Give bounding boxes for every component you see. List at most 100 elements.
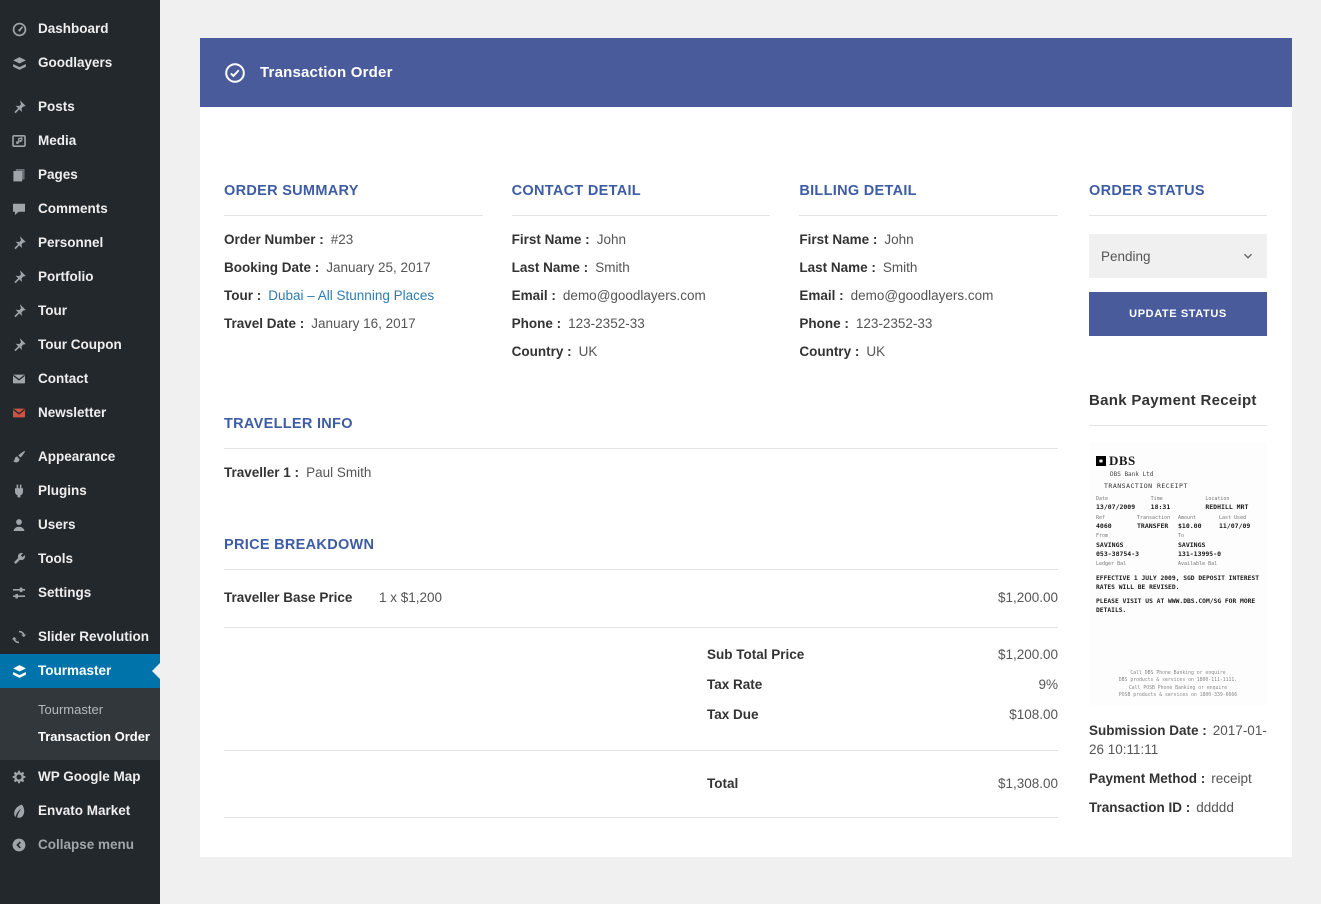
sidebar-item-slider-revolution[interactable]: Slider Revolution	[0, 620, 160, 654]
order-summary-section: ORDER SUMMARY Order Number :#23 Booking …	[224, 183, 483, 366]
order-status-column: ORDER STATUS Pending UPDATE STATUS Bank …	[1089, 183, 1267, 827]
envelope-icon	[10, 370, 28, 388]
sidebar-item-dashboard[interactable]: Dashboard	[0, 12, 160, 46]
first-name-row: First Name :John	[512, 226, 771, 254]
transaction-id-row: Transaction ID :ddddd	[1089, 798, 1267, 817]
sidebar-item-newsletter[interactable]: Newsletter	[0, 396, 160, 430]
section-heading: TRAVELLER INFO	[224, 416, 1058, 432]
transaction-order-panel: Transaction Order ORDER SUMMARY Order Nu…	[200, 38, 1292, 857]
sidebar-item-posts[interactable]: Posts	[0, 90, 160, 124]
country-row: Country :UK	[799, 338, 1058, 366]
order-number-row: Order Number :#23	[224, 226, 483, 254]
price-breakdown-section: PRICE BREAKDOWN Traveller Base Price 1 x…	[224, 537, 1058, 818]
tourmaster-layers-icon	[10, 662, 28, 680]
comment-icon	[10, 200, 28, 218]
bank-payment-receipt-section: Bank Payment Receipt ✱ DBS DBS Bank Ltd …	[1089, 392, 1267, 817]
sidebar-item-media[interactable]: Media	[0, 124, 160, 158]
section-heading: PRICE BREAKDOWN	[224, 537, 1058, 553]
submenu-item-tourmaster[interactable]: Tourmaster	[0, 696, 160, 723]
order-details-column: ORDER SUMMARY Order Number :#23 Booking …	[224, 183, 1058, 818]
sidebar-item-plugins[interactable]: Plugins	[0, 474, 160, 508]
total-row: Total$1,308.00	[707, 769, 1058, 799]
bank-receipt-heading: Bank Payment Receipt	[1089, 392, 1267, 409]
layers-icon	[10, 54, 28, 72]
sidebar-item-tour-coupon[interactable]: Tour Coupon	[0, 328, 160, 362]
receipt-footer: Call DBS Phone Banking or enquire DBS pr…	[1096, 670, 1260, 699]
update-status-button[interactable]: UPDATE STATUS	[1089, 292, 1267, 336]
pushpin-icon	[10, 268, 28, 286]
chevron-down-icon	[1241, 249, 1255, 263]
collapse-arrow-icon	[10, 836, 28, 854]
last-name-row: Last Name :Smith	[512, 254, 771, 282]
main-content: Transaction Order ORDER SUMMARY Order Nu…	[160, 0, 1321, 857]
tax-rate-row: Tax Rate9%	[707, 670, 1058, 700]
dashboard-icon	[10, 20, 28, 38]
sidebar-item-appearance[interactable]: Appearance	[0, 440, 160, 474]
panel-header: Transaction Order	[200, 38, 1292, 107]
sidebar-item-wp-google-map[interactable]: WP Google Map	[0, 760, 160, 794]
sidebar-item-tourmaster[interactable]: Tourmaster	[0, 654, 160, 688]
dbs-logo: ✱ DBS	[1096, 452, 1260, 471]
section-heading: BILLING DETAIL	[799, 183, 1058, 199]
newsletter-envelope-icon	[10, 404, 28, 422]
sidebar-item-portfolio[interactable]: Portfolio	[0, 260, 160, 294]
page-title: Transaction Order	[260, 64, 393, 81]
order-status-section: ORDER STATUS Pending UPDATE STATUS	[1089, 183, 1267, 336]
first-name-row: First Name :John	[799, 226, 1058, 254]
refresh-icon	[10, 628, 28, 646]
traveller-info-section: TRAVELLER INFO Traveller 1 :Paul Smith	[224, 416, 1058, 487]
booking-date-row: Booking Date :January 25, 2017	[224, 254, 483, 282]
tour-row: Tour :Dubai – All Stunning Places	[224, 282, 483, 310]
sidebar-item-users[interactable]: Users	[0, 508, 160, 542]
sidebar-item-envato-market[interactable]: Envato Market	[0, 794, 160, 828]
travel-date-row: Travel Date :January 16, 2017	[224, 310, 483, 338]
sidebar-item-pages[interactable]: Pages	[0, 158, 160, 192]
section-heading: ORDER STATUS	[1089, 183, 1267, 199]
submission-date-row: Submission Date :2017-01-26 10:11:11	[1089, 721, 1267, 759]
plug-icon	[10, 482, 28, 500]
user-icon	[10, 516, 28, 534]
tour-link[interactable]: Dubai – All Stunning Places	[268, 288, 434, 303]
sliders-icon	[10, 584, 28, 602]
submenu-item-transaction-order[interactable]: Transaction Order	[0, 723, 160, 750]
sidebar-item-tour[interactable]: Tour	[0, 294, 160, 328]
pages-icon	[10, 166, 28, 184]
payment-info: Submission Date :2017-01-26 10:11:11 Pay…	[1089, 721, 1267, 817]
panel-body: ORDER SUMMARY Order Number :#23 Booking …	[200, 107, 1292, 857]
billing-detail-section: BILLING DETAIL First Name :John Last Nam…	[799, 183, 1058, 366]
pushpin-icon	[10, 336, 28, 354]
country-row: Country :UK	[512, 338, 771, 366]
gear-icon	[10, 768, 28, 786]
dbs-logo-mark: ✱	[1096, 456, 1106, 466]
brush-icon	[10, 448, 28, 466]
leaf-icon	[10, 802, 28, 820]
wrench-icon	[10, 550, 28, 568]
subtotal-row: Sub Total Price$1,200.00	[707, 640, 1058, 670]
media-icon	[10, 132, 28, 150]
email-row: Email :demo@goodlayers.com	[512, 282, 771, 310]
check-circle-icon	[224, 62, 246, 84]
receipt-image[interactable]: ✱ DBS DBS Bank Ltd TRANSACTION RECEIPT D…	[1089, 442, 1267, 705]
email-row: Email :demo@goodlayers.com	[799, 282, 1058, 310]
payment-method-row: Payment Method :receipt	[1089, 769, 1267, 788]
sidebar-item-contact[interactable]: Contact	[0, 362, 160, 396]
sidebar-item-collapse-menu[interactable]: Collapse menu	[0, 828, 160, 862]
selected-status: Pending	[1101, 249, 1151, 264]
tax-due-row: Tax Due$108.00	[707, 700, 1058, 730]
sidebar-item-settings[interactable]: Settings	[0, 576, 160, 610]
traveller-row: Traveller 1 :Paul Smith	[224, 459, 1058, 487]
pushpin-icon	[10, 302, 28, 320]
sidebar-item-tools[interactable]: Tools	[0, 542, 160, 576]
tourmaster-submenu: Tourmaster Transaction Order	[0, 688, 160, 760]
sidebar-item-goodlayers[interactable]: Goodlayers	[0, 46, 160, 80]
last-name-row: Last Name :Smith	[799, 254, 1058, 282]
contact-detail-section: CONTACT DETAIL First Name :John Last Nam…	[512, 183, 771, 366]
sidebar-item-comments[interactable]: Comments	[0, 192, 160, 226]
phone-row: Phone :123-2352-33	[799, 310, 1058, 338]
order-status-select[interactable]: Pending	[1089, 234, 1267, 278]
pushpin-icon	[10, 234, 28, 252]
phone-row: Phone :123-2352-33	[512, 310, 771, 338]
section-heading: CONTACT DETAIL	[512, 183, 771, 199]
section-heading: ORDER SUMMARY	[224, 183, 483, 199]
sidebar-item-personnel[interactable]: Personnel	[0, 226, 160, 260]
